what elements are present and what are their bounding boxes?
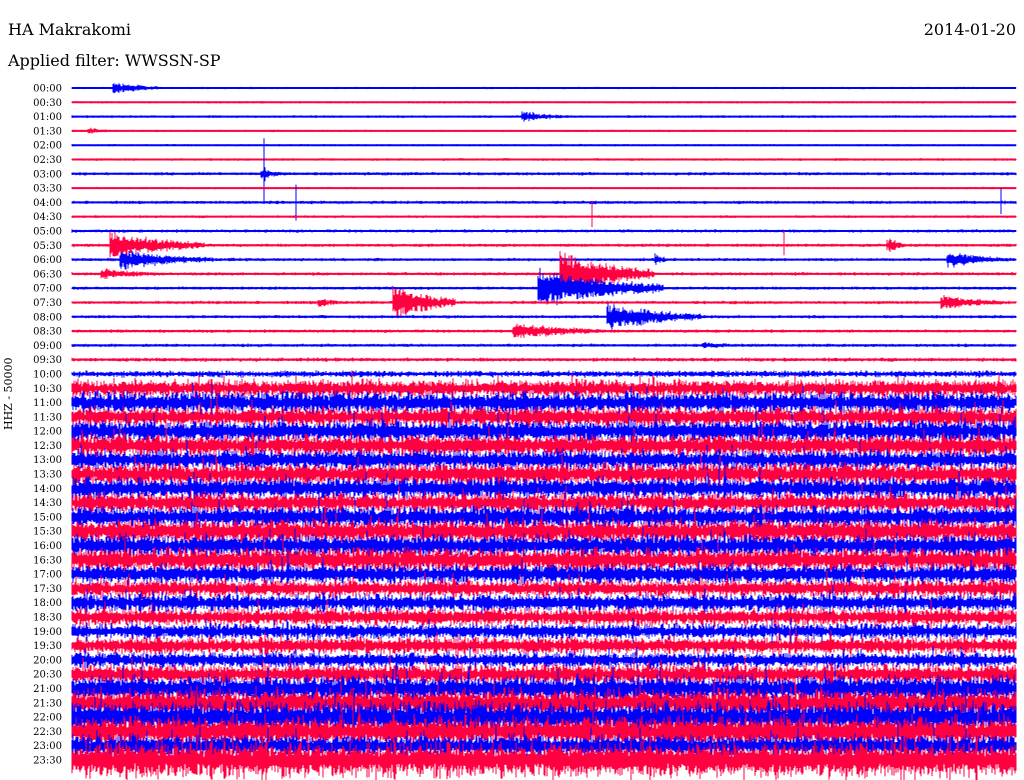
row-time-label: 17:00 — [33, 570, 62, 581]
row-time-label: 08:00 — [33, 312, 62, 323]
row-time-label: 05:00 — [33, 226, 62, 237]
row-time-label: 14:00 — [33, 484, 62, 495]
row-time-label: 18:00 — [33, 598, 62, 609]
row-time-label: 22:30 — [33, 727, 62, 738]
row-time-label: 01:30 — [33, 126, 62, 137]
row-time-label: 02:30 — [33, 155, 62, 166]
row-time-label: 09:30 — [33, 355, 62, 366]
row-time-label: 04:30 — [33, 212, 62, 223]
row-time-label: 20:30 — [33, 670, 62, 681]
row-time-label: 23:30 — [33, 756, 62, 767]
row-time-label: 07:30 — [33, 298, 62, 309]
row-time-label: 23:00 — [33, 741, 62, 752]
row-time-label: 00:00 — [33, 84, 62, 95]
trace-row-0530 — [71, 230, 1017, 258]
row-time-label: 21:00 — [33, 684, 62, 695]
row-time-label: 22:00 — [33, 713, 62, 724]
row-time-label: 21:30 — [33, 698, 62, 709]
row-time-label: 08:30 — [33, 327, 62, 338]
row-time-label: 10:00 — [33, 369, 62, 380]
row-time-label: 19:30 — [33, 641, 62, 652]
row-time-label: 07:00 — [33, 284, 62, 295]
row-time-label: 15:00 — [33, 512, 62, 523]
row-time-label: 12:00 — [33, 427, 62, 438]
trace-row-0300 — [71, 138, 1017, 203]
row-time-label: 00:30 — [33, 98, 62, 109]
row-time-label: 06:00 — [33, 255, 62, 266]
row-time-label: 13:30 — [33, 470, 62, 481]
row-time-label: 18:30 — [33, 613, 62, 624]
row-time-label: 14:30 — [33, 498, 62, 509]
row-time-label: 06:30 — [33, 269, 62, 280]
helicorder-plot: 00:00 00:30 01:00 01:30 02:00 02:30 03:00 03:30… — [33, 83, 1017, 780]
row-time-label: 03:30 — [33, 184, 62, 195]
row-time-label: 05:30 — [33, 241, 62, 252]
trace-row-0430 — [71, 200, 1017, 228]
row-time-label: 17:30 — [33, 584, 62, 595]
row-time-label: 02:00 — [33, 141, 62, 152]
row-time-label: 01:00 — [33, 112, 62, 123]
row-time-label: 19:00 — [33, 627, 62, 638]
row-time-label: 16:00 — [33, 541, 62, 552]
row-time-label: 10:30 — [33, 384, 62, 395]
row-time-label: 03:00 — [33, 169, 62, 180]
row-time-label: 12:30 — [33, 441, 62, 452]
row-time-label: 09:00 — [33, 341, 62, 352]
row-time-label: 15:30 — [33, 527, 62, 538]
row-time-label: 04:00 — [33, 198, 62, 209]
row-time-label: 11:00 — [33, 398, 62, 409]
row-time-label: 16:30 — [33, 555, 62, 566]
row-time-label: 20:00 — [33, 655, 62, 666]
row-time-label: 13:00 — [33, 455, 62, 466]
row-time-label: 11:30 — [33, 412, 62, 423]
